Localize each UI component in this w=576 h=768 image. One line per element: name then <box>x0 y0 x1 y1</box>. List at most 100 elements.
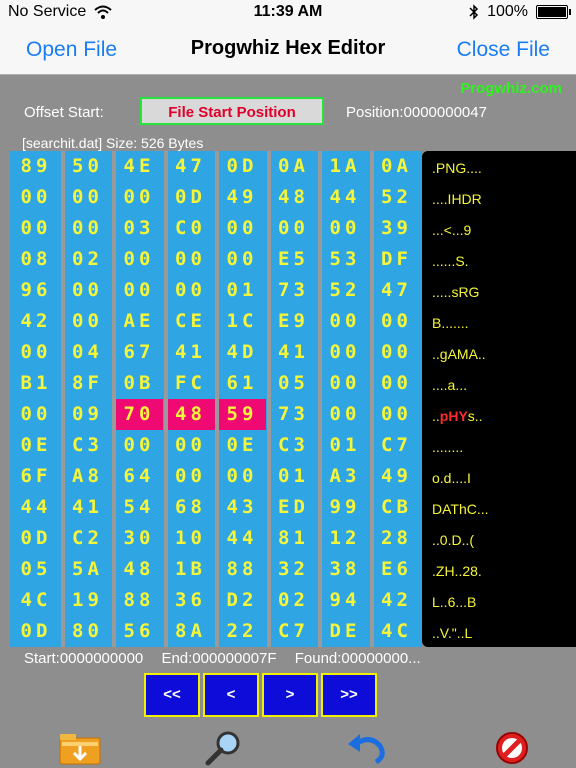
hex-byte[interactable]: 08 <box>12 244 60 275</box>
hex-byte[interactable]: 68 <box>166 492 215 523</box>
hex-byte[interactable]: 47 <box>372 275 421 306</box>
hex-byte[interactable]: 59 <box>218 399 266 430</box>
hex-byte[interactable]: 00 <box>372 399 421 430</box>
hex-byte[interactable]: 00 <box>218 461 266 492</box>
hex-byte[interactable]: 00 <box>115 430 163 461</box>
hex-byte[interactable]: 56 <box>115 616 163 647</box>
hex-byte[interactable]: 12 <box>321 523 369 554</box>
hex-byte[interactable]: 80 <box>63 616 112 647</box>
hex-byte[interactable]: 00 <box>269 213 318 244</box>
hex-byte[interactable]: 0A <box>269 151 318 182</box>
hex-byte[interactable]: 1B <box>166 554 215 585</box>
hex-byte[interactable]: 41 <box>63 492 112 523</box>
hex-byte[interactable]: 00 <box>166 461 215 492</box>
hex-byte[interactable]: 48 <box>115 554 163 585</box>
ascii-row[interactable]: L..6...B <box>432 587 476 618</box>
hex-byte[interactable]: 50 <box>63 151 112 182</box>
hex-byte[interactable]: 00 <box>321 337 369 368</box>
hex-byte[interactable]: 81 <box>269 523 318 554</box>
ascii-row[interactable]: .....sRG <box>432 277 479 308</box>
hex-byte[interactable]: 00 <box>321 213 369 244</box>
ascii-row[interactable]: ...<...9 <box>432 215 471 246</box>
hex-byte[interactable]: 0A <box>372 151 421 182</box>
hex-byte[interactable]: 4C <box>372 616 421 647</box>
hex-byte[interactable]: 00 <box>115 244 163 275</box>
last-page-button[interactable]: >> <box>321 673 377 717</box>
hex-byte[interactable]: 00 <box>166 244 215 275</box>
magnifier-icon[interactable] <box>202 730 246 766</box>
hex-byte[interactable]: 49 <box>372 461 421 492</box>
hex-byte[interactable]: 00 <box>63 306 112 337</box>
hex-byte[interactable]: 41 <box>166 337 215 368</box>
hex-byte[interactable]: 00 <box>63 213 112 244</box>
hex-byte[interactable]: 52 <box>321 275 369 306</box>
hex-byte[interactable]: 8A <box>166 616 215 647</box>
folder-download-icon[interactable] <box>58 730 102 766</box>
ascii-row[interactable]: ....IHDR <box>432 184 482 215</box>
hex-byte[interactable]: C3 <box>63 430 112 461</box>
close-file-button[interactable]: Close File <box>457 38 550 62</box>
hex-byte[interactable]: 0D <box>12 523 60 554</box>
hex-byte[interactable]: CB <box>372 492 421 523</box>
hex-byte[interactable]: 0E <box>218 430 266 461</box>
hex-byte[interactable]: 02 <box>269 585 318 616</box>
hex-byte[interactable]: ED <box>269 492 318 523</box>
hex-byte[interactable]: 88 <box>115 585 163 616</box>
undo-icon[interactable] <box>344 730 388 766</box>
hex-byte[interactable]: 0D <box>166 182 215 213</box>
hex-byte[interactable]: 10 <box>166 523 215 554</box>
hex-byte[interactable]: 44 <box>12 492 60 523</box>
hex-byte[interactable]: 42 <box>372 585 421 616</box>
hex-byte[interactable]: 04 <box>63 337 112 368</box>
hex-byte[interactable]: 00 <box>12 337 60 368</box>
hex-byte[interactable]: 61 <box>218 368 266 399</box>
hex-byte[interactable]: 30 <box>115 523 163 554</box>
hex-byte[interactable]: 54 <box>115 492 163 523</box>
hex-byte[interactable]: 88 <box>218 554 266 585</box>
hex-byte[interactable]: 99 <box>321 492 369 523</box>
hex-byte[interactable]: 4D <box>218 337 266 368</box>
hex-byte[interactable]: 73 <box>269 275 318 306</box>
hex-byte[interactable]: 43 <box>218 492 266 523</box>
prev-page-button[interactable]: < <box>203 673 259 717</box>
hex-byte[interactable]: 28 <box>372 523 421 554</box>
hex-byte[interactable]: 96 <box>12 275 60 306</box>
ascii-row[interactable]: B....... <box>432 308 469 339</box>
hex-byte[interactable]: 0B <box>115 368 163 399</box>
hex-byte[interactable]: C7 <box>372 430 421 461</box>
hex-byte[interactable]: DF <box>372 244 421 275</box>
hex-byte[interactable]: 89 <box>12 151 60 182</box>
ascii-row[interactable]: .PNG.... <box>432 153 482 184</box>
hex-byte[interactable]: A8 <box>63 461 112 492</box>
hex-byte[interactable]: 47 <box>166 151 215 182</box>
ascii-row[interactable]: ......S. <box>432 246 469 277</box>
hex-byte[interactable]: 6F <box>12 461 60 492</box>
hex-byte[interactable]: B1 <box>12 368 60 399</box>
hex-byte[interactable]: 38 <box>321 554 369 585</box>
hex-byte[interactable]: 32 <box>269 554 318 585</box>
hex-byte[interactable]: 00 <box>166 275 215 306</box>
hex-byte[interactable]: 00 <box>12 182 60 213</box>
hex-byte[interactable]: 00 <box>115 275 163 306</box>
ascii-row[interactable]: ........ <box>432 432 463 463</box>
hex-byte[interactable]: 00 <box>321 399 369 430</box>
hex-byte[interactable]: 70 <box>115 399 163 430</box>
hex-byte[interactable]: 00 <box>63 275 112 306</box>
ascii-row[interactable]: o.d....I <box>432 463 471 494</box>
hex-byte[interactable]: 01 <box>269 461 318 492</box>
hex-byte[interactable]: 00 <box>166 430 215 461</box>
hex-byte[interactable]: E5 <box>269 244 318 275</box>
hex-byte[interactable]: 39 <box>372 213 421 244</box>
hex-byte[interactable]: C2 <box>63 523 112 554</box>
first-page-button[interactable]: << <box>144 673 200 717</box>
ascii-row[interactable]: ..V."..L <box>432 618 472 649</box>
hex-byte[interactable]: DE <box>321 616 369 647</box>
brand-link[interactable]: Progwhiz.com <box>460 80 562 97</box>
hex-byte[interactable]: 02 <box>63 244 112 275</box>
offset-start-field[interactable]: File Start Position <box>140 97 324 125</box>
hex-byte[interactable]: 01 <box>321 430 369 461</box>
hex-byte[interactable]: FC <box>166 368 215 399</box>
hex-byte[interactable]: 48 <box>269 182 318 213</box>
hex-byte[interactable]: 22 <box>218 616 266 647</box>
hex-byte[interactable]: 03 <box>115 213 163 244</box>
